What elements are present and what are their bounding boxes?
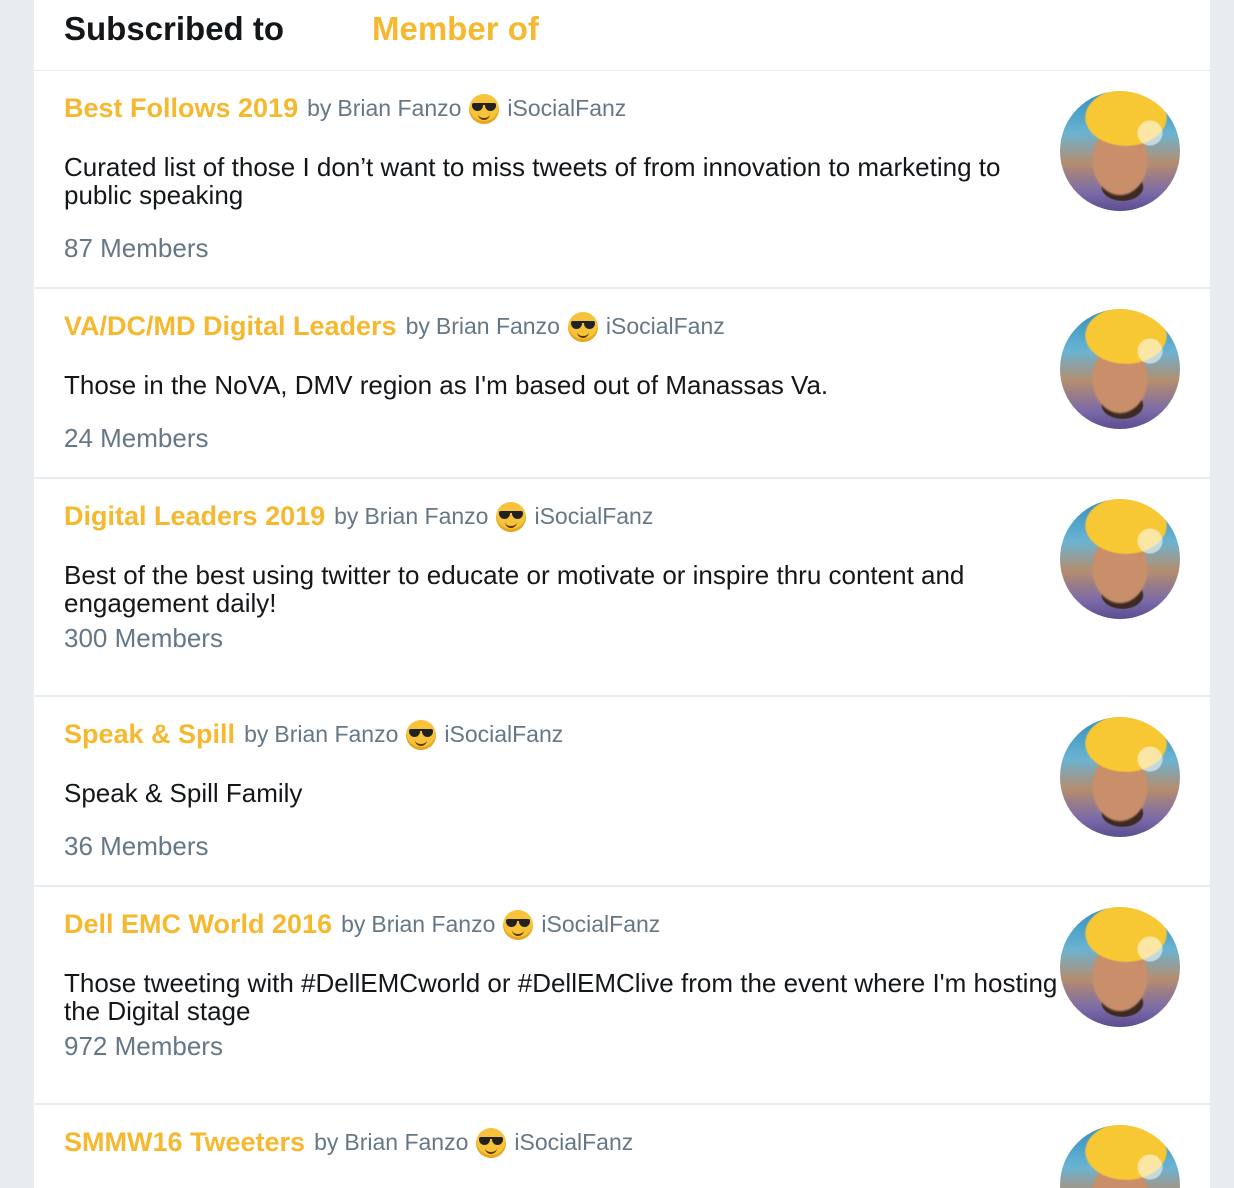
lists-panel: Subscribed to Member of Best Follows 201…	[34, 0, 1210, 1188]
list-item[interactable]: VA/DC/MD Digital Leaders by Brian Fanzo …	[34, 289, 1210, 479]
list-description: Speak & Spill Family	[64, 778, 303, 808]
by-label: by	[405, 313, 430, 339]
list-name-link[interactable]: VA/DC/MD Digital Leaders	[64, 311, 397, 342]
list-name-link[interactable]: Speak & Spill	[64, 719, 235, 750]
by-label: by	[244, 721, 269, 747]
list-item[interactable]: Dell EMC World 2016 by Brian Fanzo iSoci…	[34, 887, 1210, 1105]
tab-subscribed-to[interactable]: Subscribed to	[64, 10, 284, 48]
owner-name-link[interactable]: Brian Fanzo	[344, 1129, 468, 1156]
member-count-link[interactable]: 24 Members	[64, 423, 209, 454]
avatar[interactable]	[1060, 499, 1180, 619]
list-header: SMMW16 Tweeters by Brian Fanzo iSocialFa…	[64, 1127, 633, 1158]
list-header: Speak & Spill by Brian Fanzo iSocialFanz	[64, 719, 563, 750]
list-name-link[interactable]: SMMW16 Tweeters	[64, 1127, 305, 1158]
smiling-face-with-sunglasses-icon	[503, 909, 534, 940]
owner-handle-link[interactable]: iSocialFanz	[534, 503, 653, 530]
list-header: Dell EMC World 2016 by Brian Fanzo iSoci…	[64, 909, 660, 940]
avatar[interactable]	[1060, 309, 1180, 429]
list-description: Curated list of those I don’t want to mi…	[64, 152, 1001, 210]
list-item[interactable]: Best Follows 2019 by Brian Fanzo iSocial…	[34, 71, 1210, 289]
avatar[interactable]	[1060, 717, 1180, 837]
list-item[interactable]: Digital Leaders 2019 by Brian Fanzo iSoc…	[34, 479, 1210, 697]
owner-name-link[interactable]: Brian Fanzo	[436, 313, 560, 340]
avatar[interactable]	[1060, 907, 1180, 1027]
owner-handle-link[interactable]: iSocialFanz	[507, 95, 626, 122]
list-description: Best of the best using twitter to educat…	[64, 560, 965, 618]
smiling-face-with-sunglasses-icon	[476, 1127, 507, 1158]
by-label: by	[334, 503, 359, 529]
member-count-link[interactable]: 87 Members	[64, 233, 209, 264]
smiling-face-with-sunglasses-icon	[496, 501, 527, 532]
smiling-face-with-sunglasses-icon	[469, 93, 500, 124]
owner-name-link[interactable]: Brian Fanzo	[337, 95, 461, 122]
list-name-link[interactable]: Dell EMC World 2016	[64, 909, 332, 940]
tab-member-of[interactable]: Member of	[372, 10, 539, 48]
by-label: by	[307, 95, 332, 121]
smiling-face-with-sunglasses-icon	[406, 719, 437, 750]
by-label: by	[314, 1129, 339, 1155]
list-header: Best Follows 2019 by Brian Fanzo iSocial…	[64, 93, 626, 124]
list-name-link[interactable]: Digital Leaders 2019	[64, 501, 325, 532]
owner-name-link[interactable]: Brian Fanzo	[364, 503, 488, 530]
list-header: Digital Leaders 2019 by Brian Fanzo iSoc…	[64, 501, 653, 532]
owner-handle-link[interactable]: iSocialFanz	[606, 313, 725, 340]
list-item[interactable]: Speak & Spill by Brian Fanzo iSocialFanz…	[34, 697, 1210, 887]
list-header: VA/DC/MD Digital Leaders by Brian Fanzo …	[64, 311, 725, 342]
owner-name-link[interactable]: Brian Fanzo	[274, 721, 398, 748]
tab-bar: Subscribed to Member of	[34, 0, 1210, 71]
owner-handle-link[interactable]: iSocialFanz	[541, 911, 660, 938]
list-description: Those in the NoVA, DMV region as I'm bas…	[64, 370, 829, 400]
owner-handle-link[interactable]: iSocialFanz	[514, 1129, 633, 1156]
member-count-link[interactable]: 300 Members	[64, 623, 223, 654]
avatar[interactable]	[1060, 1125, 1180, 1188]
list-description: Those tweeting with #DellEMCworld or #De…	[64, 968, 1058, 1026]
avatar[interactable]	[1060, 91, 1180, 211]
member-count-link[interactable]: 36 Members	[64, 831, 209, 862]
member-count-link[interactable]: 972 Members	[64, 1031, 223, 1062]
list-item[interactable]: SMMW16 Tweeters by Brian Fanzo iSocialFa…	[34, 1105, 1210, 1188]
smiling-face-with-sunglasses-icon	[567, 311, 598, 342]
list-name-link[interactable]: Best Follows 2019	[64, 93, 298, 124]
by-label: by	[341, 911, 366, 937]
owner-handle-link[interactable]: iSocialFanz	[444, 721, 563, 748]
owner-name-link[interactable]: Brian Fanzo	[371, 911, 495, 938]
